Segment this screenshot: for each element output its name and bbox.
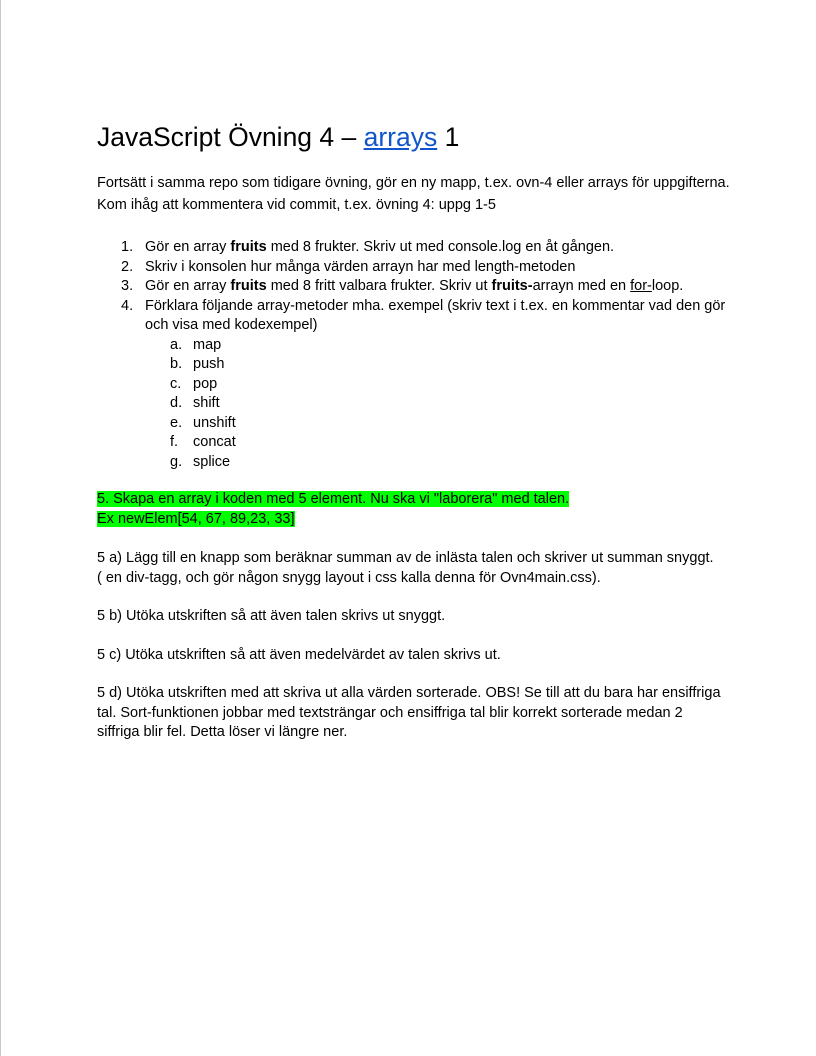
method-item: b. push	[145, 355, 793, 375]
task5d-paragraph: 5 d) Utöka utskriften med att skriva ut …	[97, 685, 721, 740]
page-title: JavaScript Övning 4 – arrays 1	[97, 121, 459, 153]
bold-text: fruits-	[491, 278, 533, 294]
method-item: a. map	[145, 336, 793, 356]
bold-text: fruits	[230, 239, 267, 255]
method-letter: b.	[170, 356, 183, 372]
method-letter: d.	[170, 395, 183, 411]
method-name: concat	[193, 434, 236, 450]
method-item: d. shift	[145, 394, 793, 414]
item-text: Gör en array	[145, 278, 231, 294]
item-text: med 8 frukter. Skriv ut med console.log …	[266, 239, 615, 255]
item-text: Förklara följande array-metoder mha. exe…	[145, 297, 726, 334]
method-item: e. unshift	[145, 414, 793, 434]
list-item: 4. Förklara följande array-metoder mha. …	[97, 297, 745, 473]
item-number: 2.	[121, 258, 134, 275]
method-name: map	[193, 336, 222, 353]
method-item: f. concat	[145, 433, 793, 453]
list-item: 1. Gör en array fruits med 8 frukter. Sk…	[97, 238, 745, 258]
method-list: a. map b. push c. pop d. shift e. unshift f. c…	[145, 336, 745, 473]
bold-text: fruits	[230, 278, 267, 294]
task5c-paragraph: 5 c) Utöka utskriften så att även medelv…	[97, 647, 501, 663]
title-suffix: 1	[437, 122, 460, 152]
underlined-text: for-	[630, 278, 652, 294]
list-item: 2. Skriv i konsolen hur många värden arr…	[97, 258, 745, 278]
arrays-link[interactable]: arrays	[364, 122, 438, 152]
item-text: med 8 fritt valbara frukter. Skriv ut	[266, 278, 492, 294]
item-text: loop.	[651, 278, 684, 294]
item-text: Gör en array	[145, 239, 231, 255]
method-name: unshift	[193, 414, 236, 431]
paragraph-text: 5 a) Lägg till en knapp som beräknar sum…	[97, 550, 714, 566]
intro-paragraph: Fortsätt i samma repo som tidigare övnin…	[97, 175, 730, 213]
item-number: 3.	[121, 278, 134, 294]
highlighted-text: Ex newElem[54, 67, 89,23, 33]	[97, 510, 295, 527]
item-number: 4.	[121, 297, 134, 314]
item-number: 1.	[121, 239, 134, 255]
method-item: c. pop	[145, 375, 793, 395]
list-item: 3. Gör en array fruits med 8 fritt valba…	[97, 277, 745, 297]
paragraph-text: ( en div-tagg, och gör någon snygg layou…	[97, 569, 601, 586]
method-letter: g.	[170, 453, 183, 470]
method-name: shift	[193, 395, 220, 411]
method-letter: a.	[170, 336, 183, 353]
method-name: splice	[193, 453, 231, 470]
item-text: Skriv i konsolen hur många värden arrayn…	[145, 258, 576, 275]
task5-paragraph: 5. Skapa en array i koden med 5 element.…	[97, 490, 737, 529]
task5b-paragraph: 5 b) Utöka utskriften så att även talen …	[97, 608, 446, 624]
task5a-paragraph: 5 a) Lägg till en knapp som beräknar sum…	[97, 549, 737, 588]
page-border	[0, 0, 1, 1056]
item-text: arrayn med en	[532, 278, 631, 294]
method-name: push	[193, 356, 225, 372]
highlighted-text: 5. Skapa en array i koden med 5 element.…	[97, 491, 570, 507]
method-letter: e.	[170, 414, 183, 431]
method-letter: c.	[170, 375, 182, 392]
method-letter: f.	[170, 434, 179, 450]
method-name: pop	[193, 375, 218, 392]
method-item: g. splice	[145, 453, 793, 473]
title-text: JavaScript Övning 4 –	[97, 122, 364, 152]
task-list: 1. Gör en array fruits med 8 frukter. Sk…	[97, 238, 745, 472]
